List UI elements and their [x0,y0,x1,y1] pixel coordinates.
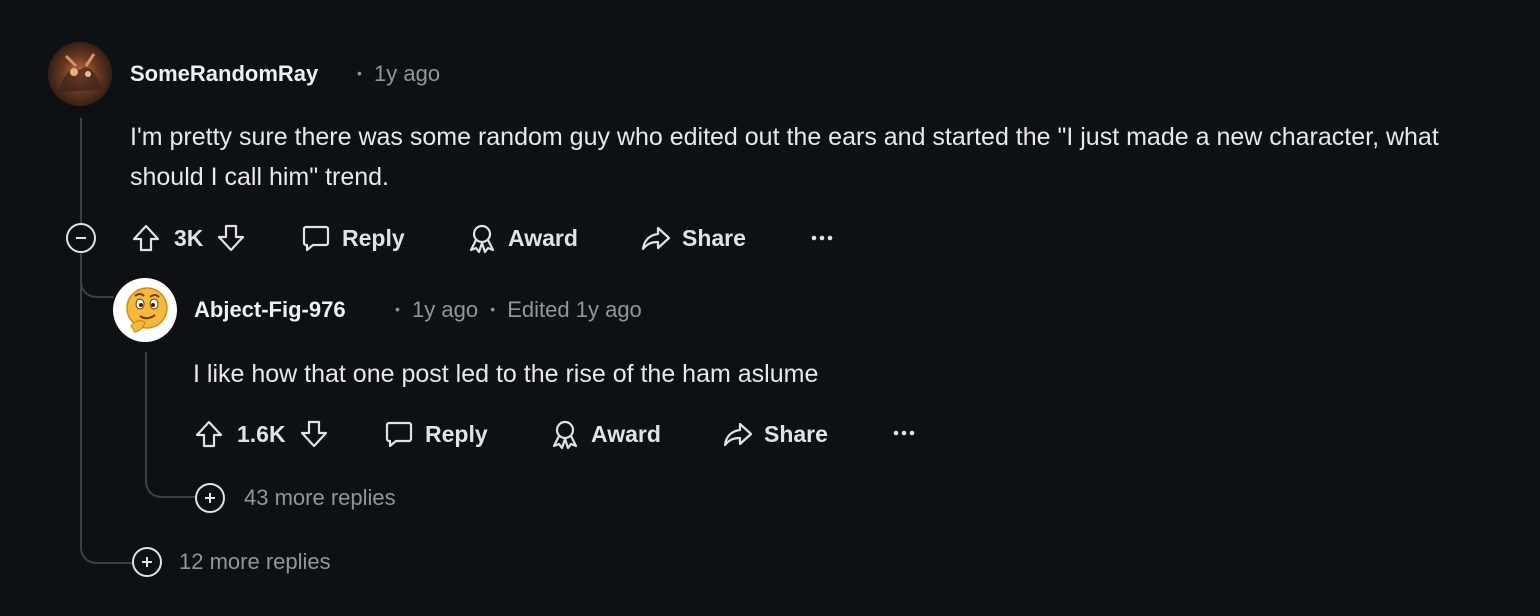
upvote-icon [132,224,160,252]
meta-separator: • [357,65,362,81]
comment-time[interactable]: 1y ago [374,61,440,86]
thread-connector-reply-more [145,466,197,498]
overflow-menu-button[interactable] [806,223,838,253]
thread-line-main-lower [80,253,82,539]
avatar-image [48,42,112,106]
vote-count: 3K [174,224,204,251]
reply-edited: Edited 1y ago [507,297,642,322]
reply-vote-count: 1.6K [237,420,286,447]
share-icon [723,422,753,447]
reply-label: Reply [342,224,405,251]
expand-replies-button[interactable] [195,483,225,513]
comment-author[interactable]: SomeRandomRay [130,61,318,87]
share-button[interactable]: Share [640,218,746,258]
reply-vote-group: 1.6K [193,414,330,454]
share-label: Share [682,224,746,251]
reply-upvote-button[interactable] [193,418,225,450]
reply-label: Reply [425,420,488,447]
thread-connector-reply [80,268,114,298]
award-label: Award [591,420,661,447]
collapse-thread-button[interactable] [66,223,96,253]
more-replies-link[interactable]: 43 more replies [244,485,396,511]
award-icon [552,420,578,450]
expand-comment-replies-button[interactable] [132,547,162,577]
upvote-button[interactable] [130,222,162,254]
avatar[interactable] [48,42,112,106]
reply-downvote-button[interactable] [298,418,330,450]
downvote-icon [218,224,245,252]
thread-connector-more [80,530,132,564]
comment-meta: • 1y ago [357,61,440,87]
comment-more-replies-link[interactable]: 12 more replies [179,549,331,575]
reply-share-button[interactable]: Share [722,414,828,454]
minus-icon [76,237,86,239]
reply-body: I like how that one post led to the rise… [193,360,819,388]
upvote-icon [195,420,223,448]
comment-bubble-icon [385,421,413,448]
reply-author[interactable]: Abject-Fig-976 [194,297,346,323]
meta-separator: • [490,301,496,317]
meta-separator: • [395,301,400,317]
award-button[interactable]: Award [466,218,578,258]
more-options-icon [893,430,915,436]
share-label: Share [764,420,828,447]
thread-line-main [80,118,82,223]
reply-meta: • 1y ago • Edited 1y ago [395,297,642,323]
award-icon [469,224,495,254]
comment-body: I'm pretty sure there was some random gu… [130,123,1439,191]
award-label: Award [508,224,578,251]
reply-award-button[interactable]: Award [549,414,661,454]
plus-icon [142,557,152,567]
thread-line-reply [145,352,147,472]
more-options-icon [811,235,833,241]
emoji-avatar-image [126,287,168,333]
reply-overflow-menu-button[interactable] [888,418,920,448]
reply-reply-button[interactable]: Reply [383,414,488,454]
plus-icon [205,493,215,503]
reply-button[interactable]: Reply [300,218,405,258]
reply-time[interactable]: 1y ago [412,297,478,322]
reply-avatar[interactable] [113,278,177,342]
share-icon [641,226,671,251]
downvote-button[interactable] [215,222,247,254]
downvote-icon [300,420,327,448]
vote-group: 3K [130,218,247,258]
comment-bubble-icon [302,225,330,252]
